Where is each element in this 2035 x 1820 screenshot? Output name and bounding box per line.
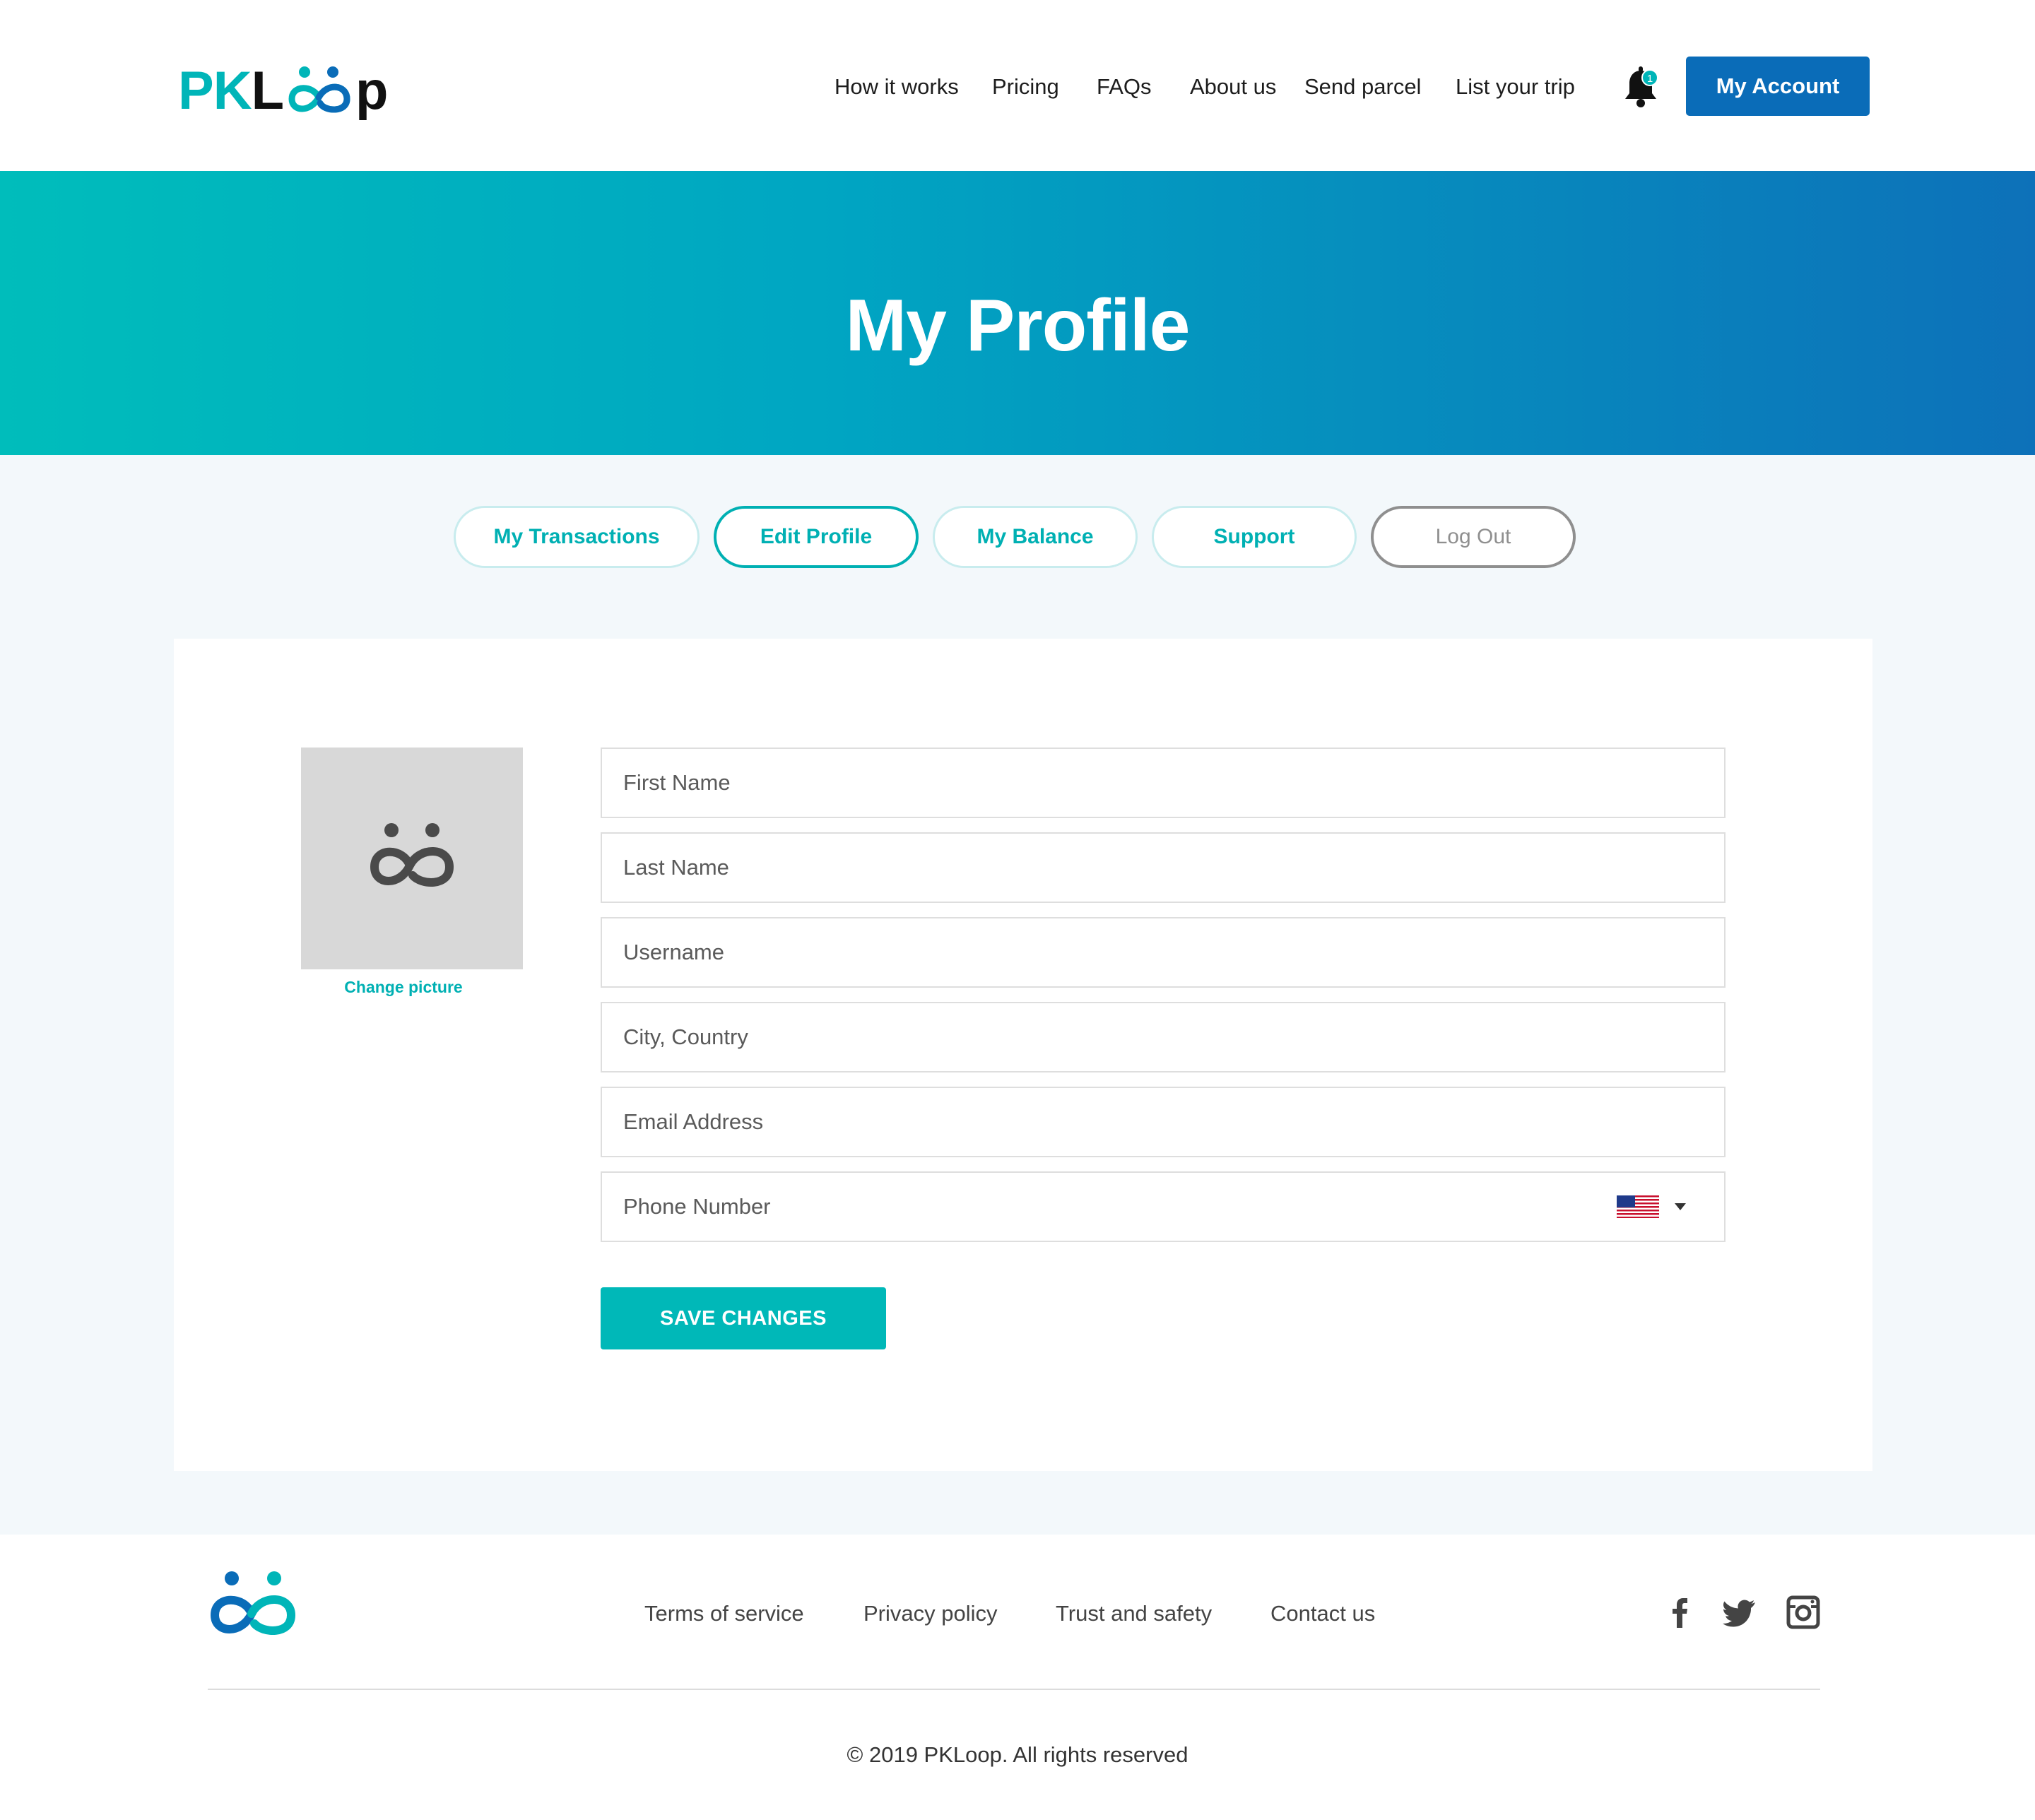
nav-about-us[interactable]: About us [1190,71,1276,103]
footer-link-privacy[interactable]: Privacy policy [863,1601,998,1626]
my-account-button[interactable]: My Account [1686,57,1870,116]
nav-faqs[interactable]: FAQs [1097,71,1152,103]
phone-field[interactable] [601,1171,1726,1242]
footer-logo-icon[interactable] [206,1570,300,1643]
pkloop-logo[interactable]: PK L p [178,57,388,124]
footer-link-terms[interactable]: Terms of service [644,1601,804,1626]
avatar-placeholder-icon [370,823,454,887]
footer-link-contact[interactable]: Contact us [1270,1601,1375,1626]
nav-how-it-works[interactable]: How it works [834,71,959,103]
tab-edit-profile[interactable]: Edit Profile [714,506,919,568]
footer-link-trust-safety[interactable]: Trust and safety [1056,1601,1212,1626]
nav-list-your-trip[interactable]: List your trip [1456,71,1575,103]
instagram-icon[interactable] [1786,1595,1820,1629]
us-flag-icon [1617,1195,1659,1218]
tab-log-out[interactable]: Log Out [1371,506,1576,568]
chevron-down-icon [1675,1203,1686,1210]
city-country-field[interactable] [601,1002,1726,1072]
nav-pricing[interactable]: Pricing [992,71,1059,103]
phone-country-select[interactable] [1617,1194,1694,1219]
save-changes-button[interactable]: SAVE CHANGES [601,1287,886,1349]
copyright-text: © 2019 PKLoop. All rights reserved [847,1742,1188,1767]
logo-loop-icon [288,66,350,113]
site-footer [0,1535,2035,1820]
logo-text-pk: PK [178,60,252,121]
logo-text-l: L [251,60,284,121]
facebook-icon[interactable] [1663,1595,1697,1629]
page-title: My Profile [845,285,1191,367]
tab-my-transactions[interactable]: My Transactions [454,506,700,568]
profile-avatar[interactable] [301,748,523,969]
notification-count-badge: 1 [1641,69,1658,86]
first-name-field[interactable] [601,748,1726,818]
tab-my-balance[interactable]: My Balance [933,506,1138,568]
tab-support[interactable]: Support [1152,506,1357,568]
last-name-field[interactable] [601,832,1726,903]
username-field[interactable] [601,917,1726,988]
change-picture-link[interactable]: Change picture [301,978,506,997]
hero-banner: My Profile [0,171,2035,455]
logo-text-p: p [355,60,388,121]
footer-divider [208,1689,1820,1690]
site-header: PK L p How it works Pricing FAQs About us… [0,0,2035,171]
nav-send-parcel[interactable]: Send parcel [1304,71,1421,103]
email-field[interactable] [601,1087,1726,1157]
twitter-icon[interactable] [1723,1595,1757,1629]
